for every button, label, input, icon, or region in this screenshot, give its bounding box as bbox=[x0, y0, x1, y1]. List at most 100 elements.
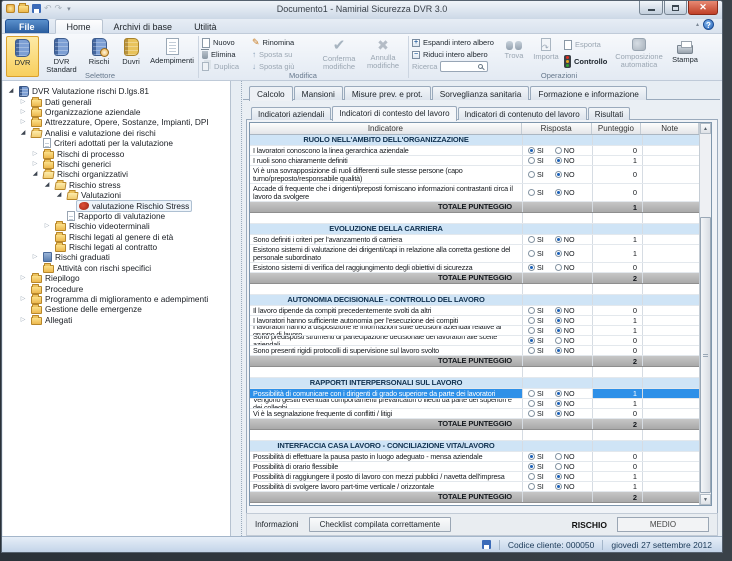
radio-no[interactable]: NO bbox=[555, 389, 575, 398]
radio-si-circle[interactable] bbox=[528, 473, 535, 480]
ricerca-input[interactable] bbox=[442, 63, 478, 70]
expander-collapsed-icon[interactable]: ▷ bbox=[18, 275, 28, 281]
tab-home[interactable]: Home bbox=[55, 19, 103, 34]
radio-si[interactable]: SI bbox=[528, 263, 544, 272]
radio-no-circle[interactable] bbox=[555, 463, 562, 470]
grid-scrollbar[interactable]: ▲ ▼ bbox=[699, 123, 711, 505]
scroll-up-icon[interactable]: ▲ bbox=[700, 123, 711, 134]
radio-si-circle[interactable] bbox=[528, 327, 535, 334]
radio-no-circle[interactable] bbox=[555, 337, 562, 344]
radio-si-circle[interactable] bbox=[528, 400, 535, 407]
indicator-row[interactable]: Possibilità di svolgere lavoro part-time… bbox=[250, 482, 711, 492]
radio-no[interactable]: NO bbox=[555, 188, 575, 197]
expander-collapsed-icon[interactable]: ▷ bbox=[18, 119, 28, 125]
new-document-icon[interactable] bbox=[6, 4, 15, 13]
indicator-row[interactable]: Possibilità di raggiungere il posto di l… bbox=[250, 472, 711, 482]
radio-no[interactable]: NO bbox=[555, 336, 575, 345]
radio-si-circle[interactable] bbox=[528, 483, 535, 490]
tree-item[interactable]: ▷Riepilogo bbox=[3, 273, 230, 283]
expander-collapsed-icon[interactable]: ▷ bbox=[42, 223, 52, 229]
radio-si-circle[interactable] bbox=[528, 317, 535, 324]
indicator-row[interactable]: I lavoratori hanno sufficiente autonomia… bbox=[250, 316, 711, 326]
radio-si-circle[interactable] bbox=[528, 236, 535, 243]
radio-no[interactable]: NO bbox=[555, 452, 575, 461]
expander-collapsed-icon[interactable]: ▷ bbox=[30, 151, 40, 157]
scrollbar-thumb[interactable] bbox=[700, 217, 711, 493]
elimina-button[interactable]: Elimina bbox=[202, 49, 246, 60]
radio-si[interactable]: SI bbox=[528, 326, 544, 335]
panel-splitter[interactable] bbox=[231, 81, 242, 536]
expander-expanded-icon[interactable]: ◢ bbox=[18, 130, 28, 136]
radio-no[interactable]: NO bbox=[555, 146, 575, 155]
redo-icon[interactable]: ↷ bbox=[55, 4, 63, 13]
expander-collapsed-icon[interactable]: ▷ bbox=[18, 109, 28, 115]
indicator-row[interactable]: I lavoratori conoscono la linea gerarchi… bbox=[250, 146, 711, 156]
indicator-row[interactable]: Vi è la segnalazione frequente di confli… bbox=[250, 409, 711, 419]
controllo-button[interactable]: Controllo bbox=[564, 56, 607, 67]
radio-si[interactable]: SI bbox=[528, 235, 544, 244]
tab-archivi-di-base[interactable]: Archivi di base bbox=[103, 20, 184, 33]
expander-expanded-icon[interactable]: ◢ bbox=[30, 171, 40, 177]
tab-utilita[interactable]: Utilità bbox=[183, 20, 228, 33]
radio-no-circle[interactable] bbox=[555, 147, 562, 154]
radio-no[interactable]: NO bbox=[555, 170, 575, 179]
expander-collapsed-icon[interactable]: ▷ bbox=[30, 254, 40, 260]
radio-no[interactable]: NO bbox=[555, 409, 575, 418]
tab-indicatori-aziendali[interactable]: Indicatori aziendali bbox=[251, 107, 331, 120]
radio-si[interactable]: SI bbox=[528, 452, 544, 461]
tab-indicatori-contesto[interactable]: Indicatori di contesto del lavoro bbox=[332, 106, 456, 121]
help-button[interactable]: ? bbox=[703, 19, 714, 30]
radio-no-circle[interactable] bbox=[555, 157, 562, 164]
radio-si-circle[interactable] bbox=[528, 264, 535, 271]
nuovo-button[interactable]: Nuovo bbox=[202, 37, 246, 48]
radio-si[interactable]: SI bbox=[528, 399, 544, 408]
undo-icon[interactable]: ↶ bbox=[44, 4, 52, 13]
radio-no[interactable]: NO bbox=[555, 346, 575, 355]
radio-no-circle[interactable] bbox=[555, 317, 562, 324]
radio-no-circle[interactable] bbox=[555, 483, 562, 490]
radio-no-circle[interactable] bbox=[555, 236, 562, 243]
column-header-risposta[interactable]: Risposta bbox=[522, 123, 592, 134]
radio-no-circle[interactable] bbox=[555, 347, 562, 354]
indicator-row[interactable]: Sono presenti rigidi protocolli di super… bbox=[250, 346, 711, 356]
radio-no[interactable]: NO bbox=[555, 399, 575, 408]
minimize-button[interactable] bbox=[639, 1, 663, 15]
tab-calcolo[interactable]: Calcolo bbox=[249, 86, 293, 101]
expander-collapsed-icon[interactable]: ▷ bbox=[18, 99, 28, 105]
radio-si[interactable]: SI bbox=[528, 316, 544, 325]
radio-no-circle[interactable] bbox=[555, 250, 562, 257]
radio-no[interactable]: NO bbox=[555, 235, 575, 244]
column-header-punteggio[interactable]: Punteggio bbox=[592, 123, 642, 134]
indicator-row[interactable]: Il lavoro dipende da compiti precedentem… bbox=[250, 306, 711, 316]
indicator-row[interactable]: Possibilità di comunicare con i dirigent… bbox=[250, 389, 711, 399]
radio-no[interactable]: NO bbox=[555, 249, 575, 258]
radio-no[interactable]: NO bbox=[555, 306, 575, 315]
tree-item[interactable]: ▷Rischi di processo bbox=[3, 148, 230, 158]
radio-si[interactable]: SI bbox=[528, 146, 544, 155]
column-header-indicatore[interactable]: Indicatore bbox=[250, 123, 522, 134]
radio-si[interactable]: SI bbox=[528, 249, 544, 258]
tab-sorveglianza-sanitaria[interactable]: Sorveglianza sanitaria bbox=[432, 86, 530, 100]
sposta-su-button[interactable]: ↑Sposta su bbox=[252, 49, 308, 60]
radio-no-circle[interactable] bbox=[555, 390, 562, 397]
save-icon[interactable] bbox=[32, 4, 41, 13]
indicator-row[interactable]: Possibilità di orario flessibileSINO0 bbox=[250, 462, 711, 472]
indicator-row[interactable]: Esistono sistemi di valutazione dei diri… bbox=[250, 245, 711, 263]
esporta-button[interactable]: Esporta bbox=[564, 39, 607, 50]
radio-no[interactable]: NO bbox=[555, 472, 575, 481]
radio-si[interactable]: SI bbox=[528, 472, 544, 481]
qat-dropdown-icon[interactable]: ▾ bbox=[67, 5, 71, 13]
tab-file[interactable]: File bbox=[5, 19, 49, 33]
radio-no[interactable]: NO bbox=[555, 326, 575, 335]
collapse-ribbon-icon[interactable]: ▴ bbox=[696, 21, 699, 28]
radio-no[interactable]: NO bbox=[555, 156, 575, 165]
radio-no-circle[interactable] bbox=[555, 189, 562, 196]
radio-si[interactable]: SI bbox=[528, 462, 544, 471]
riduci-albero-button[interactable]: −Riduci intero albero bbox=[412, 49, 494, 60]
expander-expanded-icon[interactable]: ◢ bbox=[6, 88, 16, 94]
radio-si-circle[interactable] bbox=[528, 171, 535, 178]
indicator-row[interactable]: Esistono sistemi di verifica del raggiun… bbox=[250, 263, 711, 273]
radio-si[interactable]: SI bbox=[528, 389, 544, 398]
tree-item[interactable]: ▷Allegati bbox=[3, 315, 230, 325]
radio-no-circle[interactable] bbox=[555, 264, 562, 271]
